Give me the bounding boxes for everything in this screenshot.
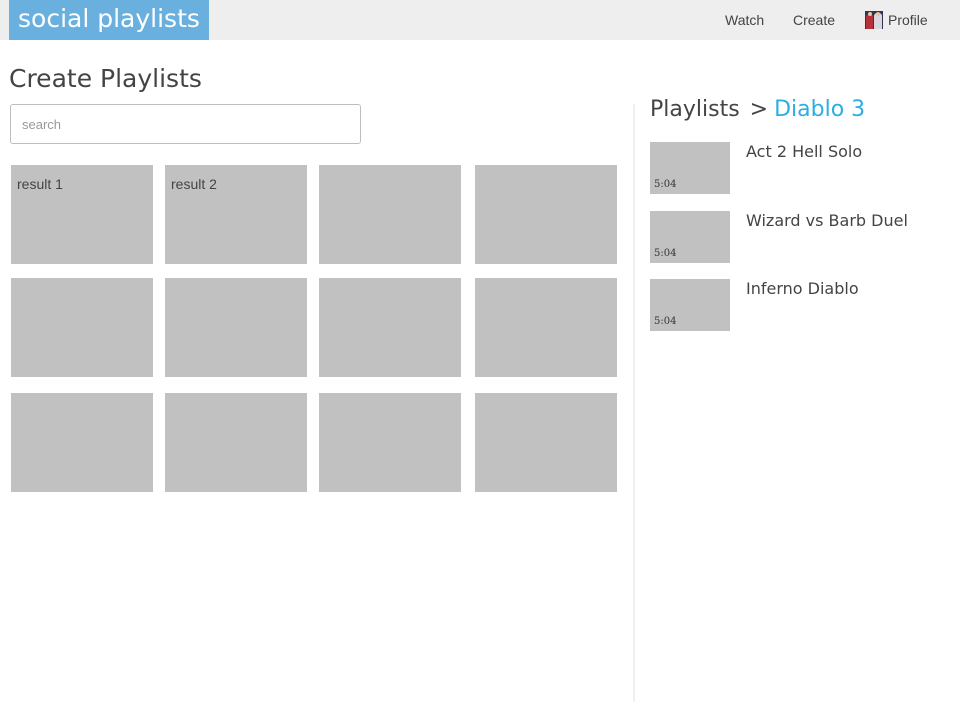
playlist-item-duration: 5:04 bbox=[654, 248, 677, 259]
playlist-item-title[interactable]: Act 2 Hell Solo bbox=[746, 142, 862, 161]
result-tile[interactable]: result 1 bbox=[11, 165, 153, 264]
result-tile[interactable] bbox=[165, 393, 307, 492]
result-tile[interactable] bbox=[319, 165, 461, 264]
top-navbar: social playlists Watch Create Profile bbox=[0, 0, 960, 40]
breadcrumb-current[interactable]: Diablo 3 bbox=[774, 97, 865, 122]
breadcrumb: Playlists > Diablo 3 bbox=[650, 97, 865, 122]
breadcrumb-root[interactable]: Playlists bbox=[650, 97, 740, 122]
result-tile[interactable] bbox=[475, 278, 617, 377]
nav-profile-label: Profile bbox=[888, 12, 928, 28]
nav-watch-link[interactable]: Watch bbox=[725, 12, 764, 28]
brand-logo[interactable]: social playlists bbox=[9, 0, 209, 40]
result-tile[interactable] bbox=[475, 393, 617, 492]
nav-create-link[interactable]: Create bbox=[793, 12, 835, 28]
playlist-item-thumbnail[interactable]: 5:04 bbox=[650, 142, 730, 194]
playlist-item-thumbnail[interactable]: 5:04 bbox=[650, 211, 730, 263]
breadcrumb-separator: > bbox=[749, 97, 769, 122]
column-divider bbox=[633, 104, 635, 702]
result-tile[interactable] bbox=[11, 278, 153, 377]
result-tile[interactable]: result 2 bbox=[165, 165, 307, 264]
search-input[interactable] bbox=[10, 104, 361, 144]
playlist-item-title[interactable]: Inferno Diablo bbox=[746, 279, 859, 298]
playlist-item-duration: 5:04 bbox=[654, 179, 677, 190]
result-tile[interactable] bbox=[11, 393, 153, 492]
avatar bbox=[865, 11, 883, 29]
playlist-item-thumbnail[interactable]: 5:04 bbox=[650, 279, 730, 331]
nav-profile-link[interactable]: Profile bbox=[865, 11, 928, 29]
result-tile[interactable] bbox=[319, 393, 461, 492]
page-title: Create Playlists bbox=[9, 64, 202, 93]
result-tile-label: result 1 bbox=[17, 176, 63, 192]
playlist-item-title[interactable]: Wizard vs Barb Duel bbox=[746, 211, 908, 230]
result-tile[interactable] bbox=[165, 278, 307, 377]
result-tile-label: result 2 bbox=[171, 176, 217, 192]
result-tile[interactable] bbox=[319, 278, 461, 377]
result-tile[interactable] bbox=[475, 165, 617, 264]
playlist-item-duration: 5:04 bbox=[654, 316, 677, 327]
